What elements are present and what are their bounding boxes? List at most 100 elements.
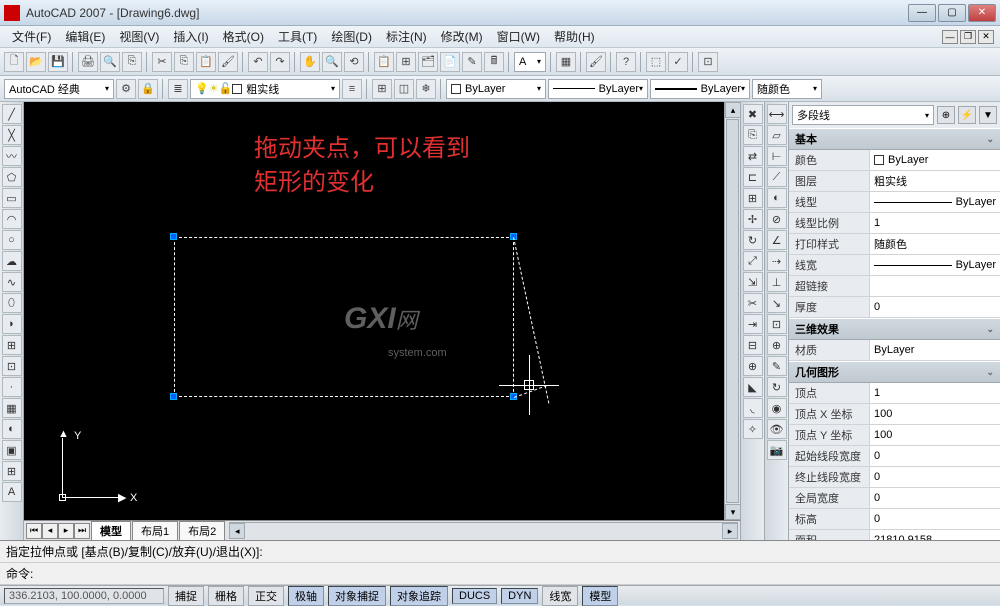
props-filter-button[interactable]: ▼: [979, 106, 997, 124]
tab-first-button[interactable]: ⏮: [26, 523, 42, 539]
toolpalette-button[interactable]: 🗂: [418, 52, 438, 72]
polygon-tool[interactable]: ⬠: [2, 167, 22, 187]
lineweight-combo[interactable]: ByLayer▾: [650, 79, 750, 99]
props-quick-button[interactable]: ⚡: [958, 106, 976, 124]
move-tool[interactable]: ✢: [743, 209, 763, 229]
scroll-right-button[interactable]: ▸: [722, 523, 738, 539]
vertical-scrollbar[interactable]: ▴ ▾: [724, 102, 740, 520]
scroll-down-button[interactable]: ▾: [725, 504, 741, 520]
tool-c-button[interactable]: ⊡: [698, 52, 718, 72]
markup-button[interactable]: ✎: [462, 52, 482, 72]
prop-ltscale-value[interactable]: 1: [869, 213, 1000, 233]
dim-diameter-tool[interactable]: ⊘: [767, 209, 787, 229]
scroll-left-button[interactable]: ◂: [229, 523, 245, 539]
mirror-tool[interactable]: ⇄: [743, 146, 763, 166]
menu-draw[interactable]: 绘图(D): [325, 26, 378, 47]
point-tool[interactable]: ·: [2, 377, 22, 397]
prop-layer-value[interactable]: 粗实线: [869, 171, 1000, 191]
fillet-tool[interactable]: ◟: [743, 398, 763, 418]
prop-plotstyle-value[interactable]: 随颜色: [869, 234, 1000, 254]
ellipse-tool[interactable]: ⬯: [2, 293, 22, 313]
tab-next-button[interactable]: ▸: [58, 523, 74, 539]
cut-button[interactable]: ✂: [152, 52, 172, 72]
lwt-toggle[interactable]: 线宽: [542, 586, 578, 606]
workspace-save-button[interactable]: 🔒: [138, 79, 158, 99]
tab-layout2[interactable]: 布局2: [179, 521, 225, 541]
spline-tool[interactable]: ∿: [2, 272, 22, 292]
prop-startw-value[interactable]: 0: [869, 446, 1000, 466]
publish-button[interactable]: ⎘: [122, 52, 142, 72]
layer-iso-button[interactable]: ◫: [394, 79, 414, 99]
prop-thickness-value[interactable]: 0: [869, 297, 1000, 317]
dim-update-tool[interactable]: ↻: [767, 377, 787, 397]
coordinates-display[interactable]: 336.2103, 100.0000, 0.0000: [4, 588, 164, 604]
rectangle-tool[interactable]: ▭: [2, 188, 22, 208]
prop-vy-value[interactable]: 100: [869, 425, 1000, 445]
rotate-tool[interactable]: ↻: [743, 230, 763, 250]
scroll-thumb-v[interactable]: [726, 119, 739, 503]
insert-tool[interactable]: ⊞: [2, 335, 22, 355]
menu-format[interactable]: 格式(O): [217, 26, 270, 47]
layer-freeze-button[interactable]: ❄: [416, 79, 436, 99]
circle-tool[interactable]: ○: [2, 230, 22, 250]
dim-baseline-tool[interactable]: ⊥: [767, 272, 787, 292]
prop-hyperlink-value[interactable]: [869, 276, 1000, 296]
prop-elev-value[interactable]: 0: [869, 509, 1000, 529]
ortho-toggle[interactable]: 正交: [248, 586, 284, 606]
block-tool[interactable]: ⊡: [2, 356, 22, 376]
render-tool[interactable]: ◉: [767, 398, 787, 418]
open-button[interactable]: 📂: [26, 52, 46, 72]
dim-angular-tool[interactable]: ∠: [767, 230, 787, 250]
dim-continue-tool[interactable]: ⇢: [767, 251, 787, 271]
menu-view[interactable]: 视图(V): [113, 26, 165, 47]
doc-minimize-button[interactable]: —: [942, 30, 958, 44]
grip-tl[interactable]: [170, 233, 177, 240]
polyline-tool[interactable]: 〰: [2, 146, 22, 166]
tool-a-button[interactable]: ⬚: [646, 52, 666, 72]
zoom-button[interactable]: 🔍: [322, 52, 342, 72]
pan-button[interactable]: ✋: [300, 52, 320, 72]
ellipsearc-tool[interactable]: ◗: [2, 314, 22, 334]
menu-edit[interactable]: 编辑(E): [59, 26, 111, 47]
save-button[interactable]: 💾: [48, 52, 68, 72]
prop-endw-value[interactable]: 0: [869, 467, 1000, 487]
block-button[interactable]: ▦: [556, 52, 576, 72]
plotstyle-combo[interactable]: 随颜色▾: [752, 79, 822, 99]
mtext-tool[interactable]: A: [2, 482, 22, 502]
join-tool[interactable]: ⊕: [743, 356, 763, 376]
doc-close-button[interactable]: ✕: [978, 30, 994, 44]
undo-button[interactable]: ↶: [248, 52, 268, 72]
textstyle-combo[interactable]: A▾: [514, 52, 546, 72]
print-button[interactable]: 🖨: [78, 52, 98, 72]
section-basic[interactable]: 基本⌄: [789, 128, 1000, 150]
tolerance-tool[interactable]: ⊡: [767, 314, 787, 334]
minimize-button[interactable]: —: [908, 4, 936, 22]
cam-tool[interactable]: 📷: [767, 440, 787, 460]
menu-tools[interactable]: 工具(T): [272, 26, 323, 47]
object-type-select[interactable]: 多段线▾: [792, 105, 934, 125]
tab-layout1[interactable]: 布局1: [132, 521, 178, 541]
line-tool[interactable]: ╱: [2, 104, 22, 124]
tab-model[interactable]: 模型: [91, 521, 131, 541]
prop-lineweight-value[interactable]: ByLayer: [869, 255, 1000, 275]
close-button[interactable]: ✕: [968, 4, 996, 22]
match-button[interactable]: 🖌: [218, 52, 238, 72]
menu-help[interactable]: 帮助(H): [548, 26, 601, 47]
menu-window[interactable]: 窗口(W): [491, 26, 546, 47]
prop-globalw-value[interactable]: 0: [869, 488, 1000, 508]
prop-material-value[interactable]: ByLayer: [869, 340, 1000, 360]
stretch-tool[interactable]: ⇲: [743, 272, 763, 292]
dist-tool[interactable]: ⟷: [767, 104, 787, 124]
help-button[interactable]: ?: [616, 52, 636, 72]
grip-bl[interactable]: [170, 393, 177, 400]
arc-tool[interactable]: ◠: [2, 209, 22, 229]
dim-radius-tool[interactable]: ◐: [767, 188, 787, 208]
command-input[interactable]: [33, 565, 994, 582]
offset-tool[interactable]: ⊏: [743, 167, 763, 187]
layer-prev-button[interactable]: ≡: [342, 79, 362, 99]
copy-button[interactable]: ⎘: [174, 52, 194, 72]
dim-edit-tool[interactable]: ✎: [767, 356, 787, 376]
model-toggle[interactable]: 模型: [582, 586, 618, 606]
scale-tool[interactable]: ⤢: [743, 251, 763, 271]
center-tool[interactable]: ⊕: [767, 335, 787, 355]
